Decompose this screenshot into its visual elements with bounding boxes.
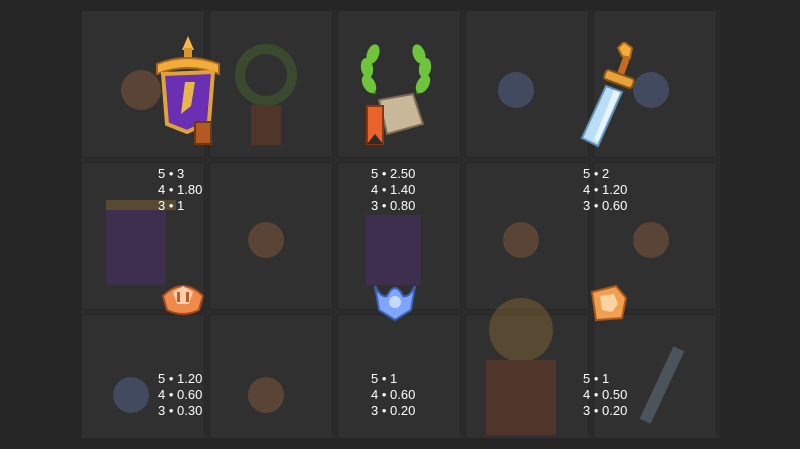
paytable-entry: 5 • 3 4 • 1.80 3 • 1 xyxy=(158,166,202,214)
pay-line-3: 3 • 1 xyxy=(158,198,185,213)
pay-line-4: 4 • 0.60 xyxy=(158,387,203,402)
pay-line-5: 5 • 2 xyxy=(583,166,610,181)
pay-line-3: 3 • 0.20 xyxy=(371,403,416,418)
sword-icon xyxy=(580,42,635,148)
pay-line-5: 5 • 1 xyxy=(583,371,610,386)
paytable-entry: 5 • 1 4 • 0.50 3 • 0.20 xyxy=(583,371,627,419)
laurel-wreath-icon xyxy=(360,44,432,145)
pay-line-3: 3 • 0.20 xyxy=(583,403,628,418)
pay-line-4: 4 • 1.80 xyxy=(158,182,203,197)
ghost-warrior-icon xyxy=(486,298,556,435)
ghost-sword-icon xyxy=(639,346,685,424)
pay-line-3: 3 • 0.30 xyxy=(158,403,203,418)
paytable-entry: 5 • 1 4 • 0.60 3 • 0.20 xyxy=(371,371,415,419)
pay-line-3: 3 • 0.80 xyxy=(371,198,416,213)
purple-banner-icon xyxy=(156,36,220,145)
orange-emblem-icon xyxy=(161,285,205,315)
pay-line-4: 4 • 0.60 xyxy=(371,387,416,402)
pay-line-4: 4 • 0.50 xyxy=(583,387,628,402)
pay-line-5: 5 • 1.20 xyxy=(158,371,203,386)
ghost-blue-emblem-icon xyxy=(498,72,534,108)
ghost-blue-emblem-icon xyxy=(113,377,149,413)
blue-emblem-icon xyxy=(374,285,416,322)
ghost-wreath-icon xyxy=(235,44,297,145)
pay-line-5: 5 • 3 xyxy=(158,166,185,181)
pay-line-4: 4 • 1.40 xyxy=(371,182,416,197)
fist-emblem-icon xyxy=(590,284,628,322)
paytable-entry: 5 • 1.20 4 • 0.60 3 • 0.30 xyxy=(158,371,202,419)
ghost-emblem-icon xyxy=(248,222,284,258)
paytable-entry: 5 • 2.50 4 • 1.40 3 • 0.80 xyxy=(371,166,415,214)
pay-line-5: 5 • 2.50 xyxy=(371,166,416,181)
pay-line-4: 4 • 1.20 xyxy=(583,182,628,197)
ghost-emblem-icon xyxy=(633,222,669,258)
paytable-entry: 5 • 2 4 • 1.20 3 • 0.60 xyxy=(583,166,627,214)
ghost-emblem-icon xyxy=(248,377,284,413)
pay-line-5: 5 • 1 xyxy=(371,371,398,386)
paytable-panel: 5 • 3 4 • 1.80 3 • 1 5 • 2.50 4 • 1.40 3… xyxy=(81,10,720,438)
pay-line-3: 3 • 0.60 xyxy=(583,198,628,213)
ghost-emblem-icon xyxy=(503,222,539,258)
